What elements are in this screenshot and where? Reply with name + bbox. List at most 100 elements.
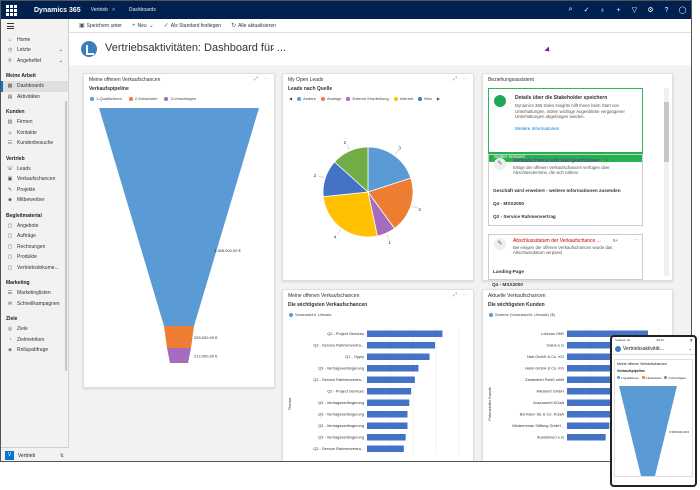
more-icon[interactable]: ⋯ [264, 76, 269, 82]
assistant-card[interactable]: ✎ Verkaufschance wird bald geschlossen 3… [488, 154, 643, 226]
sidebar-item-goal-metrics[interactable]: ◔ Zielmetriken [1, 335, 68, 346]
campaign-icon: ✉ [7, 300, 13, 307]
bar [567, 422, 610, 429]
pie-leader-line [337, 229, 342, 235]
refresh-all-button[interactable]: ↻ Alle aktualisieren [231, 22, 276, 30]
sidebar-item-invoices[interactable]: ▢ Rechnungen [1, 242, 68, 253]
lightbulb-icon[interactable]: ♁ [598, 7, 607, 14]
more-icon[interactable]: ⋯ [633, 157, 638, 163]
building-icon: ▥ [7, 119, 13, 126]
set-default-button[interactable]: ✓ Als Standard festlegen [164, 22, 221, 30]
sidebar-item-dashboards[interactable]: ▦ Dashboards [1, 81, 68, 92]
legend-item[interactable]: Summe (Voraussicht. Umsatz) (€) [489, 312, 555, 317]
more-icon[interactable]: ⋯ [463, 292, 468, 298]
legend-item[interactable]: Andere [297, 96, 316, 101]
assistant-scrollbar[interactable] [664, 88, 669, 276]
legend-prev-icon[interactable]: ◀ [289, 96, 292, 101]
brand-name[interactable]: Dynamics 365 [34, 7, 81, 14]
expand-icon[interactable]: ⤢ [254, 76, 258, 82]
sidebar-item-orders[interactable]: ▢ Aufträge [1, 231, 68, 242]
filter-icon[interactable]: ▽ [630, 6, 639, 14]
expand-icon[interactable]: ⤢ [453, 292, 457, 298]
breadcrumb-page[interactable]: Dashboards [129, 7, 156, 13]
chevron-down-icon[interactable]: ⌄ [269, 43, 276, 52]
sidebar-item-visits[interactable]: ☷ Kundenbesuche [1, 138, 68, 149]
bar [367, 330, 443, 337]
sidebar-item-pinned[interactable]: ⚲ Angeheftet ⌄ [1, 56, 68, 67]
plus-icon[interactable]: + [614, 7, 623, 14]
legend-item[interactable]: Anzeige [320, 96, 341, 101]
chart-subtitle: Die wichtigsten Verkaufschancen [288, 302, 368, 308]
bar-category-label: Bormann SE & Co. KGaA [520, 412, 565, 417]
legend-item[interactable]: Voraussicht. Umsatz [289, 312, 331, 317]
new-button[interactable]: + Neu ⌄ [131, 22, 154, 30]
legend-item[interactable]: Externe Empfehlung [346, 96, 389, 101]
bar-category-label: Q3 - Vertragsverlängerung [318, 435, 364, 440]
sidebar-scrollbar[interactable] [65, 101, 67, 371]
sidebar-item-marketing-lists[interactable]: ☰ Marketinglisten [1, 288, 68, 299]
pie-value-label: 1 [388, 240, 391, 245]
hamburger-icon[interactable] [7, 23, 14, 29]
page-title[interactable]: Vertriebsaktivitäten: Dashboard für ... [105, 42, 286, 54]
panel-actions: ⤢ ⋯ [453, 292, 468, 298]
search-icon[interactable]: ⌕ [566, 6, 575, 14]
sidebar-item-recent[interactable]: ◷ Letzte ⌄ [1, 45, 68, 56]
funnel-segment [164, 326, 194, 348]
user-icon[interactable]: ◯ [678, 6, 687, 14]
more-icon[interactable]: ⋯ [633, 237, 638, 243]
sidebar-item-quick-campaigns[interactable]: ✉ Schnellkampagnen [1, 299, 68, 310]
sidebar-item-contacts[interactable]: ☺ Kontakte [1, 128, 68, 139]
sidebar-item-opportunities[interactable]: ▣ Verkaufschancen [1, 174, 68, 185]
sidebar-item-goals[interactable]: ◎ Ziele [1, 324, 68, 335]
plus-icon: + [131, 22, 136, 29]
legend-item[interactable]: Mes [418, 96, 432, 101]
chevron-down-icon[interactable]: ⌄ [689, 346, 692, 351]
activity-icon: ▤ [7, 93, 13, 100]
legend-item[interactable]: 3-Vorschlagen [164, 96, 196, 101]
sidebar-item-competitors[interactable]: ☻ Mitbewerber [1, 195, 68, 206]
panel-title: Beziehungsassistent [488, 77, 534, 83]
more-info-link[interactable]: Weitere Informationen [515, 126, 559, 131]
command-bar: ▣ Speichern unter + Neu ⌄ ✓ Als Standard fes… [69, 19, 691, 33]
sidebar-item-activities[interactable]: ▤ Aktivitäten [1, 92, 68, 103]
expand-icon[interactable]: ⤢ [453, 76, 457, 82]
project-icon: ✎ [7, 186, 13, 193]
assistant-card[interactable]: ✎ Abschlussdatum der Verkaufschance ... … [488, 234, 643, 280]
bar-category-label: Nair GmbH & Co. KG [527, 354, 564, 359]
sidebar-item-accounts[interactable]: ▥ Firmen [1, 117, 68, 128]
count-badge: 3 [605, 158, 608, 163]
gear-icon[interactable]: ⚙ [646, 6, 655, 14]
sidebar-item-leads[interactable]: ☏ Leads [1, 164, 68, 175]
area-label: Vertrieb [18, 452, 36, 459]
help-icon[interactable]: ? [662, 7, 671, 14]
task-icon[interactable]: ✓ [582, 6, 591, 14]
app-launcher-icon[interactable] [4, 3, 18, 17]
legend-item[interactable]: 2-Entwickeln [128, 96, 157, 101]
funnel-value-label: 259.000,00 € [194, 335, 218, 340]
legend-next-icon[interactable]: ▶ [437, 96, 440, 101]
more-icon[interactable]: ⋯ [463, 76, 468, 82]
sidebar-item-products[interactable]: ▢ Produkte [1, 252, 68, 263]
chart-legend: ◀ Andere Anzeige Externe Empfehlung Inte… [283, 94, 473, 103]
sidebar-item-projects[interactable]: ✎ Projekte [1, 185, 68, 196]
legend-item[interactable]: 1-Qualifizieren [90, 96, 122, 101]
sidebar-item-home[interactable]: ⌂ Home [1, 35, 68, 46]
person-icon: ☺ [7, 129, 13, 136]
metric-icon: ◔ [8, 336, 12, 343]
bar [367, 422, 408, 429]
sidebar-item-rollup-queries[interactable]: ◈ Rollupabfrage [1, 345, 68, 356]
area-badge: V [5, 451, 14, 460]
area-switcher[interactable]: V Vertrieb ⇅ [1, 447, 69, 461]
funnel-segment [99, 108, 259, 326]
pie-value-label: 4 [334, 234, 337, 239]
bar-category-label: Mödermman Stiftung GmbH... [512, 423, 564, 428]
pie-leader-line [346, 144, 350, 151]
mobile-preview: Telekom.de 09:41 ▮ Vertriebsaktivität... ⌄ … [610, 335, 697, 487]
save-as-button[interactable]: ▣ Speichern unter [79, 22, 122, 30]
assistant-card[interactable]: Details über die Stakeholder speichern D… [488, 88, 643, 162]
breadcrumb-area[interactable]: Vertrieb [91, 7, 108, 13]
legend-item[interactable]: Internet [393, 96, 413, 101]
sidebar-item-sales-documents[interactable]: ▢ Vertriebsdokume... [1, 263, 68, 274]
sidebar-item-quotes[interactable]: ▢ Angebote [1, 221, 68, 232]
bulb-icon [494, 95, 506, 107]
